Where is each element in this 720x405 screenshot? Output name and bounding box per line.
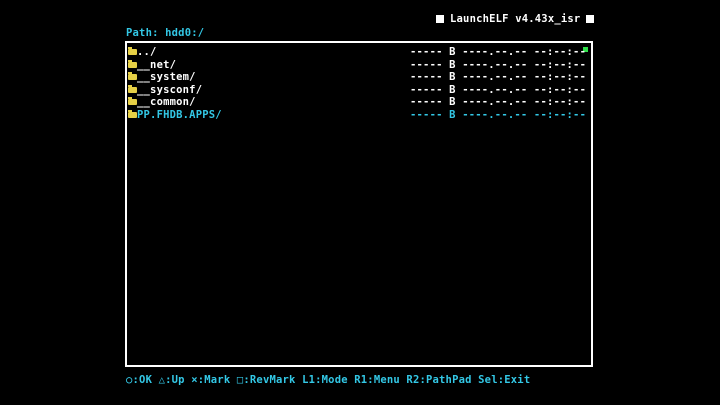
folder-icon bbox=[128, 97, 137, 105]
file-date: ----.--.-- --:--:-- bbox=[462, 83, 587, 96]
file-size: ----- B bbox=[410, 58, 456, 71]
folder-icon bbox=[128, 47, 137, 55]
file-meta: ----- B ----.--.-- --:--:-- bbox=[410, 84, 586, 97]
file-date: ----.--.-- --:--:-- bbox=[462, 96, 587, 108]
file-size: ----- B bbox=[410, 96, 456, 108]
app-title: LaunchELF v4.43x_isr bbox=[450, 13, 581, 25]
folder-icon bbox=[128, 84, 137, 93]
file-meta: ----- B ----.--.-- --:--:-- bbox=[410, 46, 586, 59]
file-row[interactable]: __net/ ----- B ----.--.-- --:--:-- bbox=[127, 59, 591, 72]
file-list[interactable]: ../ ----- B ----.--.-- --:--:-- __net/ ----… bbox=[127, 46, 591, 121]
file-size: ----- B bbox=[410, 71, 456, 83]
square-icon bbox=[436, 15, 444, 23]
button-hints: ○:OK △:Up ×:Mark □:RevMark L1:Mode R1:Me… bbox=[126, 374, 531, 386]
file-meta: ----- B ----.--.-- --:--:-- bbox=[410, 59, 586, 72]
folder-icon bbox=[128, 109, 137, 118]
file-size: ----- B bbox=[410, 46, 456, 58]
file-row[interactable]: ../ ----- B ----.--.-- --:--:-- bbox=[127, 46, 591, 59]
file-row[interactable]: __system/ ----- B ----.--.-- --:--:-- bbox=[127, 71, 591, 84]
file-name: __net/ bbox=[137, 58, 177, 71]
square-icon bbox=[586, 15, 595, 23]
file-row[interactable]: PP.FHDB.APPS/ ----- B ----.--.-- --:--:-- bbox=[127, 109, 591, 122]
folder-icon bbox=[128, 72, 137, 80]
file-meta: ----- B ----.--.-- --:--:-- bbox=[410, 71, 586, 84]
file-name: __common/ bbox=[137, 96, 196, 108]
file-date: ----.--.-- --:--:-- bbox=[462, 108, 587, 121]
file-name: ../ bbox=[137, 46, 157, 58]
file-row[interactable]: __sysconf/ ----- B ----.--.-- --:--:-- bbox=[127, 84, 591, 97]
file-size: ----- B bbox=[410, 83, 456, 96]
path-label: Path: hdd0:/ bbox=[126, 27, 205, 39]
file-date: ----.--.-- --:--:-- bbox=[462, 71, 587, 83]
file-meta: ----- B ----.--.-- --:--:-- bbox=[410, 109, 586, 122]
file-date: ----.--.-- --:--:-- bbox=[462, 58, 587, 71]
file-name: __system/ bbox=[137, 71, 196, 83]
file-size: ----- B bbox=[410, 108, 456, 121]
folder-icon bbox=[128, 59, 137, 68]
file-meta: ----- B ----.--.-- --:--:-- bbox=[410, 96, 586, 109]
title-bar: LaunchELF v4.43x_isr bbox=[436, 13, 595, 25]
file-row[interactable]: __common/ ----- B ----.--.-- --:--:-- bbox=[127, 96, 591, 109]
file-browser[interactable]: ../ ----- B ----.--.-- --:--:-- __net/ ----… bbox=[125, 41, 593, 367]
file-name: PP.FHDB.APPS/ bbox=[137, 108, 222, 121]
file-name: __sysconf/ bbox=[137, 83, 203, 96]
file-date: ----.--.-- --:--:-- bbox=[462, 46, 587, 58]
